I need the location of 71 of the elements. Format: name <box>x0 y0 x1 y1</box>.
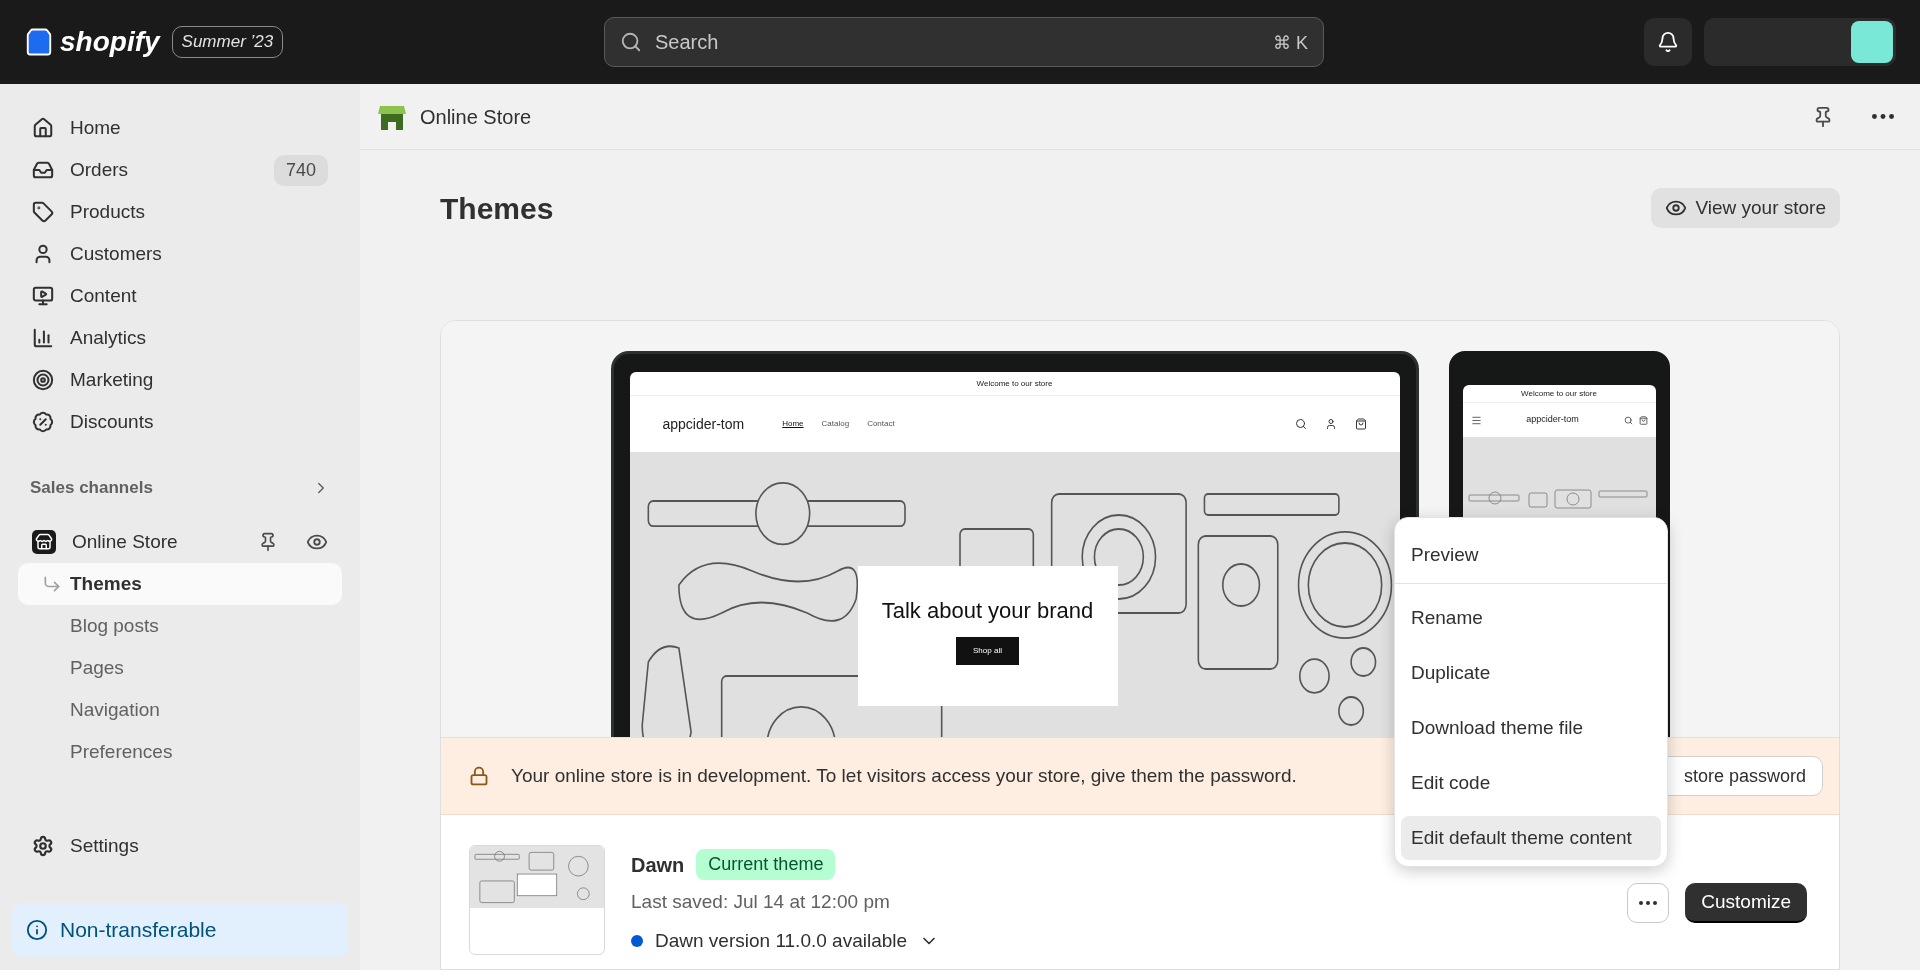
bell-icon <box>1657 31 1679 53</box>
menu-item[interactable]: Duplicate <box>1401 651 1661 695</box>
store-nav-link[interactable]: Home <box>782 418 804 430</box>
search-icon <box>620 31 642 53</box>
nav-item[interactable]: Settings <box>12 825 348 867</box>
store-nav-link[interactable]: Catalog <box>821 418 850 430</box>
nav-subitem[interactable]: Pages <box>18 647 342 689</box>
nav-subitem[interactable]: Themes <box>18 563 342 605</box>
theme-name: Dawn <box>631 852 685 878</box>
nav-subitem[interactable]: Blog posts <box>18 605 342 647</box>
shop-all-button[interactable]: Shop all <box>956 637 1019 665</box>
nav-item[interactable]: Orders 740 <box>12 149 348 191</box>
notifications-button[interactable] <box>1644 18 1692 66</box>
keyboard-shortcut: ⌘ K <box>1273 32 1308 55</box>
count-badge: 740 <box>273 154 328 186</box>
store-nav-link[interactable]: Contact <box>867 418 895 430</box>
nav-item[interactable]: Home <box>12 107 348 149</box>
home-icon <box>32 117 54 139</box>
inbox-icon <box>32 159 54 181</box>
nav-item[interactable]: Discounts <box>12 401 348 443</box>
more-icon[interactable] <box>1872 114 1894 119</box>
page-title: Themes <box>440 190 554 227</box>
target-icon <box>32 369 54 391</box>
banner-text: Your online store is in development. To let visitors access your store, give them the password. <box>511 763 1297 788</box>
menu-icon <box>1470 414 1482 426</box>
menu-item[interactable]: Download theme file <box>1401 706 1661 750</box>
version-update-link[interactable]: Dawn version 11.0.0 available <box>631 926 940 955</box>
announcement-text: Welcome to our store <box>976 377 1053 390</box>
search-icon <box>1294 418 1307 430</box>
menu-item[interactable]: Preview <box>1395 528 1667 584</box>
bag-icon <box>1638 415 1648 425</box>
more-actions-button[interactable] <box>1627 883 1670 923</box>
menu-item[interactable]: Edit default theme content <box>1401 816 1661 860</box>
bar-chart-icon <box>32 327 54 349</box>
bag-icon <box>1354 418 1367 430</box>
person-icon <box>1324 418 1337 430</box>
nav-item[interactable]: Products <box>12 191 348 233</box>
plan-notice: Non-transferable <box>12 903 348 957</box>
nav-subitem[interactable]: Navigation <box>18 689 342 731</box>
store-name: appcider-tom <box>662 414 745 434</box>
info-icon <box>26 919 48 941</box>
last-saved-text: Last saved: Jul 14 at 12:00 pm <box>631 890 891 914</box>
release-badge: Summer ’23 <box>171 26 284 58</box>
account-button[interactable] <box>1704 18 1896 66</box>
nav-item[interactable]: Customers <box>12 233 348 275</box>
nav-item[interactable]: Analytics <box>12 317 348 359</box>
nav-item[interactable]: Online Store <box>12 521 348 563</box>
nav-item[interactable]: Marketing <box>12 359 348 401</box>
lock-icon <box>469 766 489 786</box>
announcement-text: Welcome to our store <box>1521 387 1597 400</box>
hero-title: Talk about your brand <box>881 597 1094 625</box>
monitor-icon <box>32 285 54 307</box>
sales-channels-header[interactable]: Sales channels <box>12 467 348 509</box>
nav-item[interactable]: Content <box>12 275 348 317</box>
store-name: appcider-tom <box>1525 413 1580 427</box>
header-title: Online Store <box>420 104 533 130</box>
customize-button[interactable]: Customize <box>1685 883 1807 923</box>
store-icon <box>32 530 56 554</box>
logo-wordmark: shopify <box>60 25 160 59</box>
pin-icon <box>258 532 278 552</box>
view-store-button[interactable]: View your store <box>1651 188 1840 228</box>
status-badge: Current theme <box>696 849 836 880</box>
search-icon <box>1623 415 1633 425</box>
more-icon <box>1639 901 1658 905</box>
settings-icon <box>32 835 54 857</box>
avatar <box>1851 21 1893 63</box>
tag-icon <box>32 201 54 223</box>
tree-connector-icon <box>42 574 62 594</box>
menu-item[interactable]: Rename <box>1401 596 1661 640</box>
percent-badge-icon <box>32 411 54 433</box>
nav-subitem[interactable]: Preferences <box>18 731 342 773</box>
